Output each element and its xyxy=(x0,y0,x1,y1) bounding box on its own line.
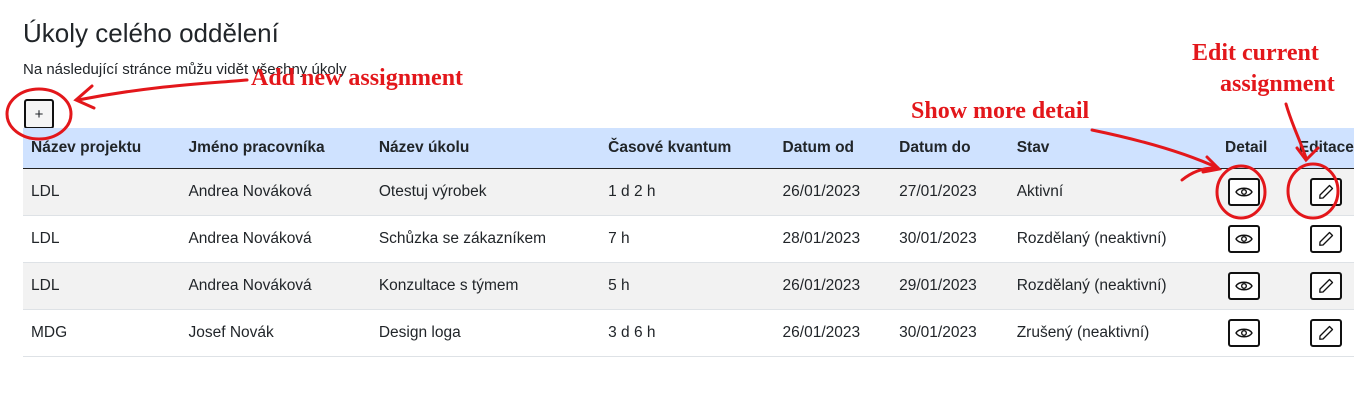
cell-date-to: 30/01/2023 xyxy=(891,215,1009,263)
add-arrow-line xyxy=(76,78,249,102)
detail-button[interactable] xyxy=(1228,225,1261,253)
eye-icon xyxy=(1235,187,1253,197)
edit-button[interactable] xyxy=(1309,319,1342,347)
cell-date-from: 28/01/2023 xyxy=(774,215,892,263)
add-arrow-head xyxy=(73,84,96,110)
cell-time: 5 h xyxy=(600,262,775,310)
cell-status: Rozdělaný (neaktivní) xyxy=(1008,215,1215,263)
cell-date-from: 26/01/2023 xyxy=(774,309,892,357)
header-date-to: Datum do xyxy=(891,128,1009,169)
cell-date-to: 29/01/2023 xyxy=(891,262,1009,310)
cell-time: 3 d 6 h xyxy=(600,309,775,357)
header-worker: Jméno pracovníka xyxy=(180,128,371,169)
table-row: MDG Josef Novák Design loga 3 d 6 h 26/0… xyxy=(23,309,1354,357)
cell-task: Design loga xyxy=(370,309,601,357)
cell-date-to: 27/01/2023 xyxy=(891,168,1009,216)
annotation-add: Add new assignment xyxy=(251,65,464,91)
cell-project: LDL xyxy=(23,262,181,310)
cell-date-from: 26/01/2023 xyxy=(774,262,892,310)
header-status: Stav xyxy=(1008,128,1215,169)
cell-task: Otestuj výrobek xyxy=(370,168,601,216)
add-assignment-button[interactable]: + xyxy=(24,99,54,129)
cell-worker: Andrea Nováková xyxy=(180,168,371,216)
table-header-row: Název projektu Jméno pracovníka Název úk… xyxy=(23,128,1354,169)
cell-time: 7 h xyxy=(600,215,775,263)
table-row: LDL Andrea Nováková Schůzka se zákazníke… xyxy=(23,215,1354,263)
header-time: Časové kvantum xyxy=(600,128,775,169)
edit-button[interactable] xyxy=(1309,178,1342,206)
header-project: Název projektu xyxy=(23,128,181,169)
pencil-icon xyxy=(1318,184,1333,199)
pencil-icon xyxy=(1318,325,1333,340)
cell-task: Schůzka se zákazníkem xyxy=(370,215,601,263)
cell-date-from: 26/01/2023 xyxy=(774,168,892,216)
cell-project: LDL xyxy=(23,168,181,216)
tasks-table: Název projektu Jméno pracovníka Název úk… xyxy=(23,128,1354,357)
eye-icon xyxy=(1235,234,1253,244)
page-title: Úkoly celého oddělení xyxy=(23,18,279,48)
edit-button[interactable] xyxy=(1309,225,1342,253)
edit-button[interactable] xyxy=(1309,272,1342,300)
cell-worker: Josef Novák xyxy=(180,309,371,357)
detail-button[interactable] xyxy=(1228,319,1261,347)
header-task: Název úkolu xyxy=(370,128,601,169)
pencil-icon xyxy=(1318,278,1333,293)
cell-worker: Andrea Nováková xyxy=(180,262,371,310)
header-detail: Detail xyxy=(1214,128,1288,169)
cell-project: LDL xyxy=(23,215,181,263)
annotation-detail: Show more detail xyxy=(911,98,1090,124)
eye-icon xyxy=(1235,328,1253,338)
detail-button[interactable] xyxy=(1228,272,1261,300)
cell-task: Konzultace s týmem xyxy=(370,262,601,310)
pencil-icon xyxy=(1318,231,1333,246)
header-date-from: Datum od xyxy=(774,128,892,169)
table-row: LDL Andrea Nováková Konzultace s týmem 5… xyxy=(23,262,1354,310)
eye-icon xyxy=(1235,281,1253,291)
cell-date-to: 30/01/2023 xyxy=(891,309,1009,357)
cell-status: Rozdělaný (neaktivní) xyxy=(1008,262,1215,310)
table-row: LDL Andrea Nováková Otestuj výrobek 1 d … xyxy=(23,168,1354,216)
cell-status: Aktivní xyxy=(1008,168,1215,216)
cell-time: 1 d 2 h xyxy=(600,168,775,216)
annotation-edit-line2: assignment xyxy=(1220,71,1335,97)
cell-project: MDG xyxy=(23,309,181,357)
detail-button[interactable] xyxy=(1228,178,1261,206)
cell-worker: Andrea Nováková xyxy=(180,215,371,263)
header-edit: Editace xyxy=(1287,128,1354,169)
cell-status: Zrušený (neaktivní) xyxy=(1008,309,1215,357)
plus-icon: + xyxy=(34,105,44,123)
annotation-edit-line1: Edit current xyxy=(1192,40,1319,66)
